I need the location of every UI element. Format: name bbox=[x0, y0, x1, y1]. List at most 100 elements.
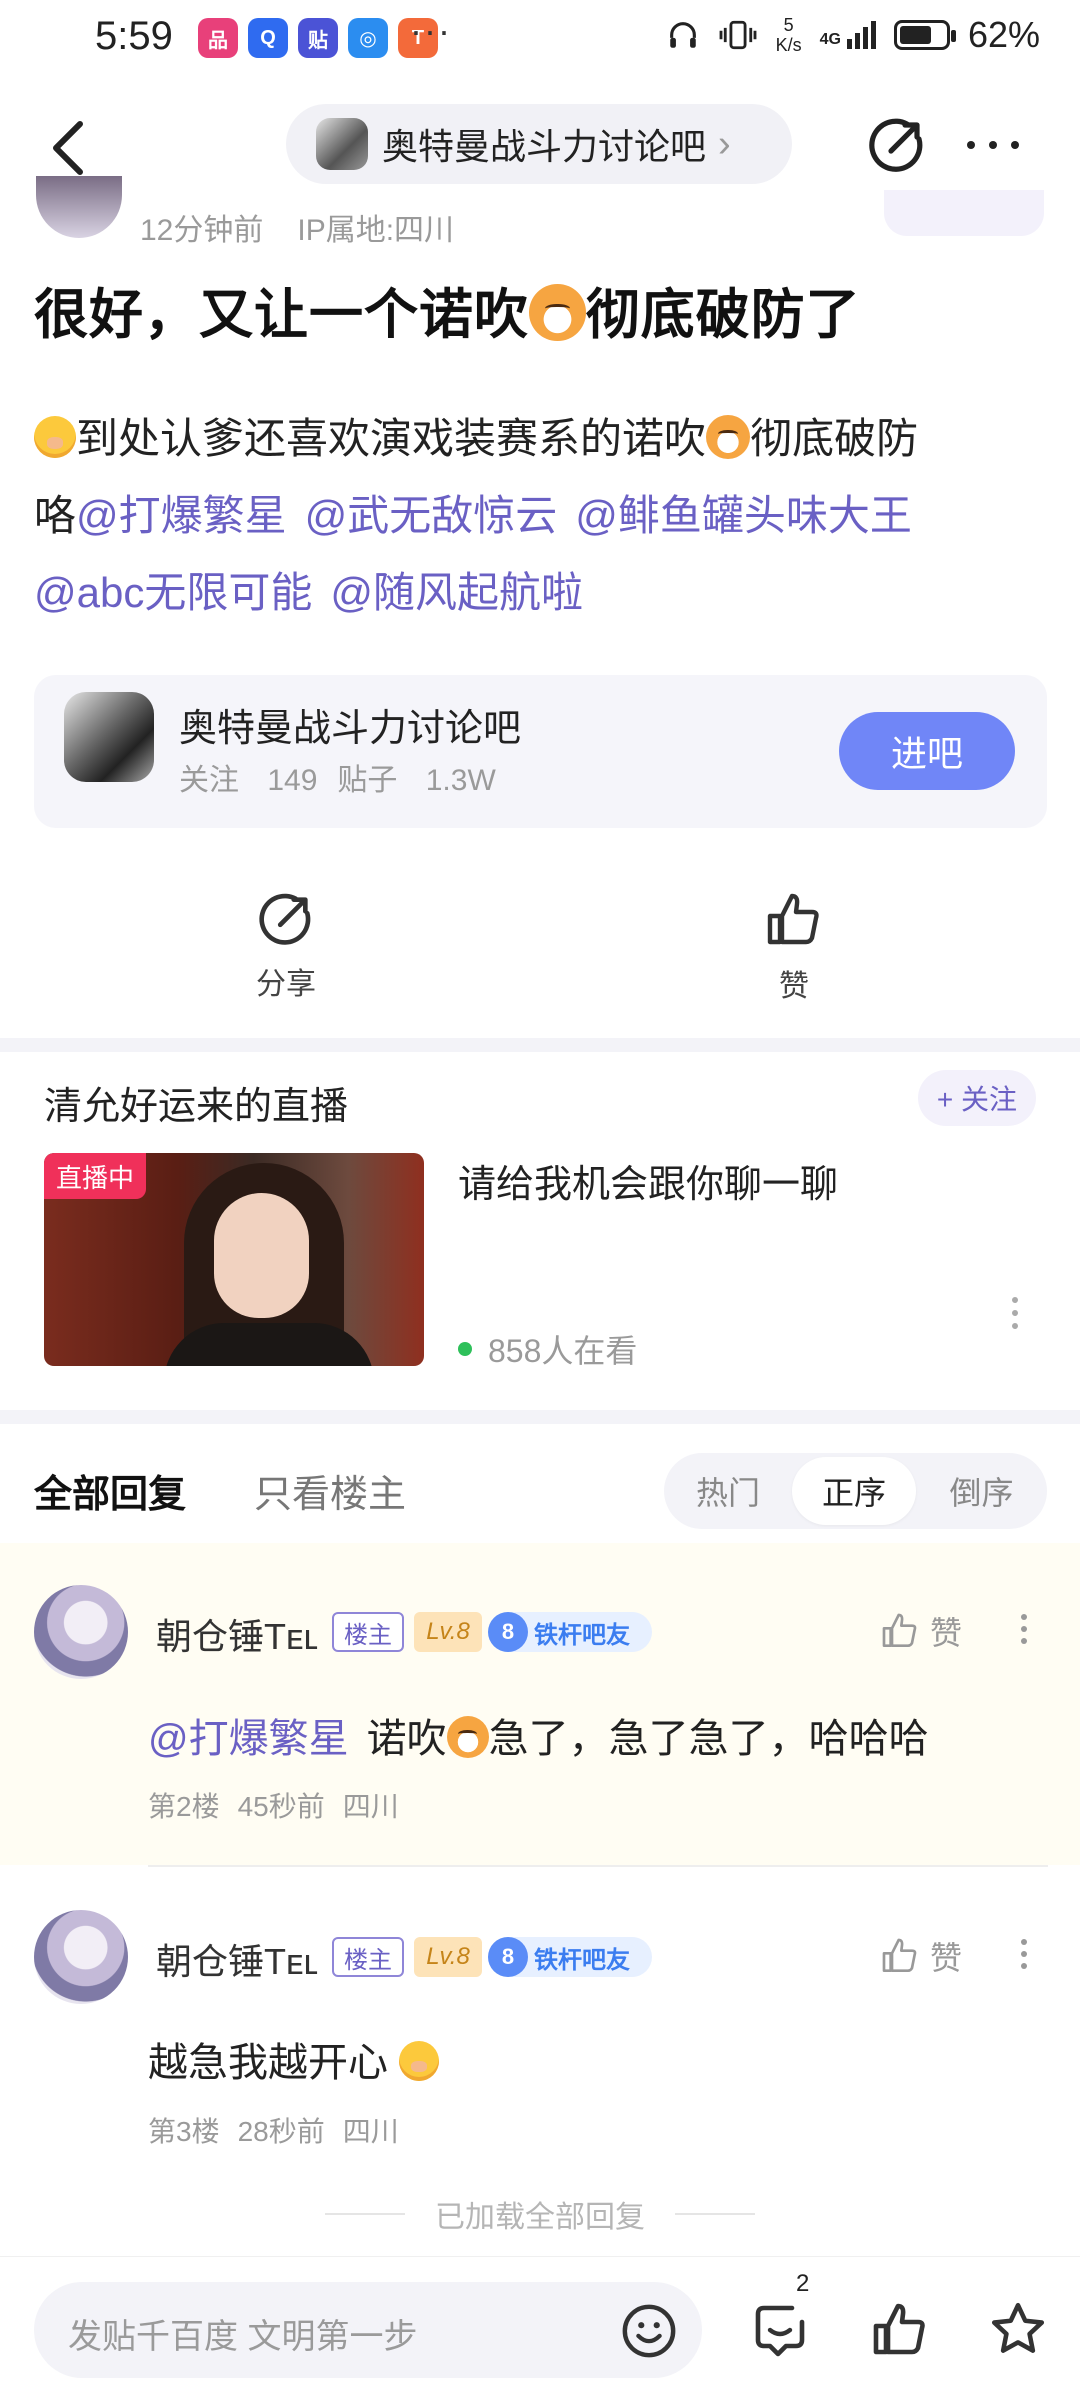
forum-card-avatar bbox=[64, 692, 154, 782]
sort-descending[interactable]: 倒序 bbox=[916, 1453, 1047, 1529]
live-follow-button[interactable]: + 关注 bbox=[918, 1070, 1036, 1126]
mention-link[interactable]: @abc无限可能 bbox=[34, 569, 312, 616]
network-type: 4G bbox=[819, 31, 841, 48]
reply-avatar[interactable] bbox=[34, 1910, 128, 2004]
post-meta: 12分钟前 IP属地:四川 bbox=[140, 205, 454, 249]
viewer-count: 858人在看 bbox=[488, 1333, 638, 1369]
comments-button[interactable] bbox=[740, 2290, 820, 2370]
battery-percent: 62% bbox=[967, 14, 1040, 55]
fan-title: 铁杆吧友 bbox=[534, 1946, 630, 1974]
status-bar: 5:59 品 Q 贴 ◎ T ··· 5 K/s 4G 62% bbox=[0, 0, 1080, 80]
notification-icons: 品 Q 贴 ◎ T bbox=[198, 18, 438, 58]
doge-emoji-icon bbox=[706, 415, 751, 460]
host-badge: 楼主 bbox=[332, 1937, 404, 1977]
reply-more-icon[interactable] bbox=[1020, 1608, 1028, 1650]
more-notifications-icon: ··· bbox=[410, 10, 452, 51]
sort-toggle: 热门 正序 倒序 bbox=[664, 1453, 1047, 1529]
post-title: 很好，又让一个诺吹 彻底破防了 bbox=[34, 270, 861, 349]
reply-floor: 第2楼 bbox=[148, 1791, 220, 1822]
app-icon-2: Q bbox=[248, 18, 288, 58]
mention-link[interactable]: @打爆繁星 bbox=[76, 492, 287, 539]
reply-avatar[interactable] bbox=[34, 1585, 128, 1679]
share-post-button[interactable] bbox=[862, 110, 932, 180]
tab-all-replies[interactable]: 全部回复 bbox=[34, 1463, 186, 1518]
fan-title: 铁杆吧友 bbox=[534, 1621, 630, 1649]
enter-forum-button[interactable]: 进吧 bbox=[839, 712, 1015, 790]
forum-pill[interactable]: 奥特曼战斗力讨论吧 › bbox=[286, 104, 792, 184]
reply-more-icon[interactable] bbox=[1020, 1933, 1028, 1975]
comment-count: 2 bbox=[796, 2270, 810, 2297]
mention-link[interactable]: @鲱鱼罐头味大王 bbox=[575, 492, 912, 539]
sort-hot[interactable]: 热门 bbox=[664, 1453, 792, 1529]
share-action[interactable]: 分享 bbox=[226, 890, 346, 1003]
like-label: 赞 bbox=[779, 970, 809, 1003]
reply-text-1: 诺吹 bbox=[366, 1717, 447, 1761]
post-title-text-2: 彻底破防了 bbox=[585, 285, 861, 345]
reply-like-label: 赞 bbox=[930, 1940, 963, 1976]
section-divider bbox=[0, 1410, 1080, 1424]
star-icon bbox=[991, 2302, 1045, 2353]
reply-username[interactable]: 朝仓锤Tᴇʟ bbox=[156, 1608, 318, 1660]
all-loaded-hint: 已加载全部回复 bbox=[0, 2192, 1080, 2236]
vibrate-icon bbox=[719, 20, 756, 50]
battery-icon bbox=[893, 20, 956, 50]
fan-level: 8 bbox=[488, 1612, 528, 1652]
all-loaded-text: 已加载全部回复 bbox=[435, 2201, 645, 2234]
live-section-title: 清允好运来的直播 bbox=[44, 1086, 349, 1128]
reply-meta: 第2楼 45秒前 四川 bbox=[148, 1785, 399, 1825]
back-button[interactable] bbox=[48, 118, 88, 178]
like-action[interactable]: 赞 bbox=[734, 890, 854, 1005]
post-body-text-2: 彻底破防 bbox=[750, 415, 919, 462]
mention-link[interactable]: @打爆繁星 bbox=[148, 1717, 349, 1761]
post-label: 贴子 bbox=[337, 764, 398, 797]
back-arrow-icon bbox=[53, 121, 83, 175]
tab-host-only[interactable]: 只看楼主 bbox=[254, 1463, 406, 1518]
thumbs-up-icon bbox=[873, 2303, 925, 2355]
reply-time: 45秒前 bbox=[237, 1791, 325, 1822]
post-body-text-1: 到处认爹还喜欢演戏装赛系的诺吹 bbox=[76, 415, 707, 462]
author-follow-button[interactable] bbox=[884, 190, 1044, 236]
live-more-icon[interactable] bbox=[1010, 1290, 1020, 1336]
app-icon-1: 品 bbox=[198, 18, 238, 58]
net-speed-unit: K/s bbox=[775, 35, 802, 55]
net-speed: 5 K/s bbox=[776, 15, 802, 55]
forum-card[interactable]: 奥特曼战斗力讨论吧 关注 149 贴子 1.3W 进吧 bbox=[34, 675, 1047, 828]
author-avatar[interactable] bbox=[36, 176, 122, 238]
net-speed-value: 5 bbox=[783, 15, 794, 35]
emoji-icon[interactable] bbox=[620, 2302, 678, 2360]
fan-badge: 8 铁杆吧友 bbox=[488, 1612, 652, 1652]
live-description[interactable]: 请给我机会跟你聊一聊 bbox=[458, 1153, 838, 1208]
forum-card-name: 奥特曼战斗力讨论吧 bbox=[179, 708, 522, 750]
online-dot-icon bbox=[458, 1342, 472, 1356]
more-menu-button[interactable] bbox=[958, 110, 1028, 180]
doge-emoji-icon bbox=[529, 284, 586, 342]
share-label: 分享 bbox=[256, 968, 316, 1001]
live-thumbnail[interactable]: 直播中 bbox=[44, 1153, 424, 1366]
post-count: 1.3W bbox=[425, 764, 496, 797]
more-horizontal-icon bbox=[967, 141, 1019, 149]
post-body: 到处认爹还喜欢演戏装赛系的诺吹 彻底破防 咯@打爆繁星 @武无敌惊云 @鲱鱼罐头味大王… bbox=[34, 400, 1044, 631]
mention-link[interactable]: @武无敌惊云 bbox=[305, 492, 558, 539]
headphones-icon bbox=[669, 22, 696, 48]
reply-text-1: 越急我越开心 bbox=[148, 2041, 388, 2085]
reply-input[interactable]: 发贴千百度 文明第一步 bbox=[34, 2282, 702, 2378]
thumbs-up-icon bbox=[882, 1938, 917, 1972]
live-viewers: 858人在看 bbox=[458, 1326, 637, 1372]
reply-text-2: 急了，急了急了，哈哈哈 bbox=[488, 1717, 929, 1761]
bottom-like-button[interactable] bbox=[860, 2290, 940, 2370]
mention-link[interactable]: @随风起航啦 bbox=[330, 569, 583, 616]
reply-meta: 第3楼 28秒前 四川 bbox=[148, 2110, 399, 2150]
reply-like-button[interactable]: 赞 bbox=[880, 1933, 962, 1979]
sort-ascending[interactable]: 正序 bbox=[792, 1457, 916, 1525]
post-body-text-3: 咯 bbox=[34, 492, 77, 539]
fan-level: 8 bbox=[488, 1937, 528, 1977]
favorite-button[interactable] bbox=[978, 2290, 1058, 2370]
reply-like-button[interactable]: 赞 bbox=[880, 1608, 962, 1654]
forum-pill-name: 奥特曼战斗力讨论吧 bbox=[382, 126, 707, 167]
reply-username[interactable]: 朝仓锤Tᴇʟ bbox=[156, 1933, 318, 1985]
level-badge: Lv.8 bbox=[414, 1937, 482, 1977]
thumbs-up-icon bbox=[767, 893, 819, 945]
comment-icon bbox=[755, 2305, 805, 2357]
reply-time: 28秒前 bbox=[237, 2116, 325, 2147]
post-title-text-1: 很好，又让一个诺吹 bbox=[34, 285, 529, 345]
